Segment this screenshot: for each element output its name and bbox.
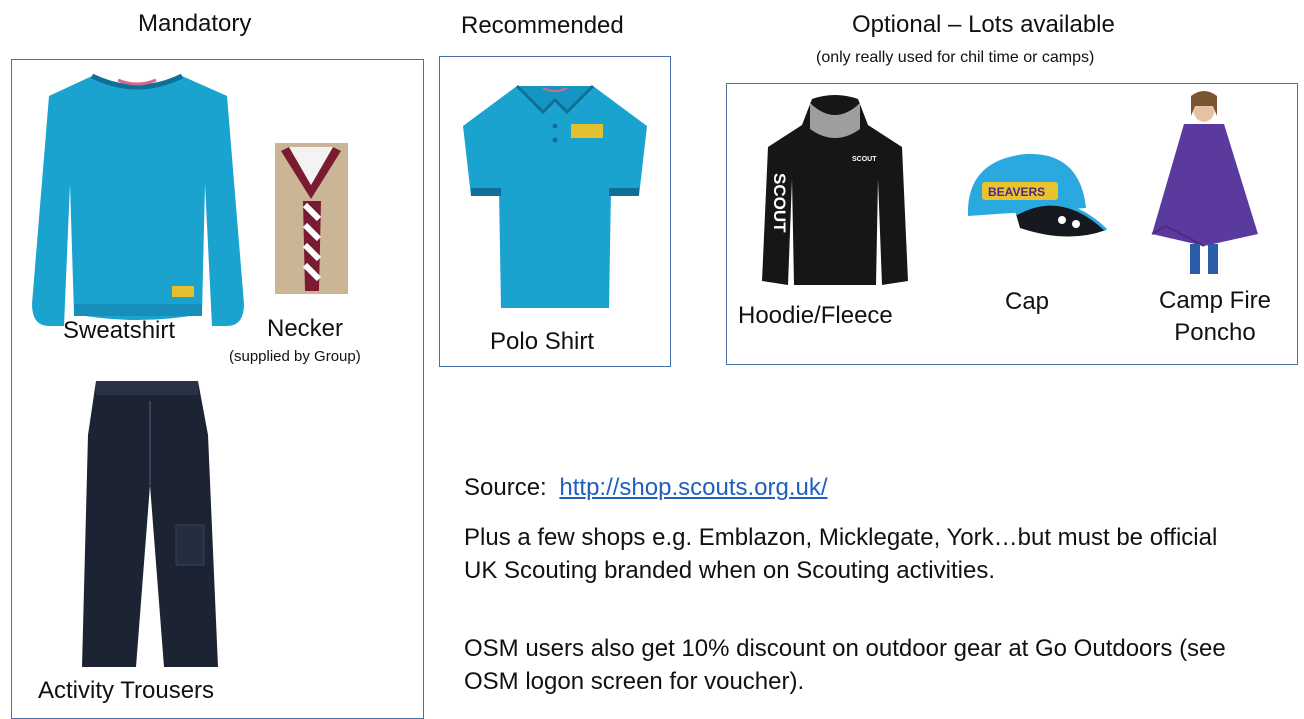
shops-text: Plus a few shops e.g. Emblazon, Micklega… <box>464 524 1218 584</box>
source-line: Source: http://shop.scouts.org.uk/ <box>464 471 828 504</box>
sweatshirt-image <box>22 64 252 336</box>
necker-label: Necker <box>267 315 344 342</box>
poncho-label: Camp Fire Poncho <box>1150 285 1280 349</box>
hoodie-chest-print: SCOUT <box>852 156 877 163</box>
hoodie-sleeve-print: SCOUT <box>770 173 789 233</box>
necker-image <box>275 143 348 294</box>
source-label: Source: <box>464 474 547 501</box>
trousers-label: Activity Trousers <box>38 677 215 704</box>
polo-image <box>455 78 655 313</box>
necker-note: (supplied by Group) <box>229 348 361 365</box>
cap-label: Cap <box>1005 288 1050 315</box>
cap-image: BEAVERS <box>958 132 1108 252</box>
hoodie-label: Hoodie/Fleece <box>738 302 893 329</box>
osm-text: OSM users also get 10% discount on outdo… <box>464 635 1226 695</box>
poncho-image <box>1146 86 1261 276</box>
cap-badge-print: BEAVERS <box>988 185 1045 199</box>
poncho-label-line2: Poncho <box>1174 319 1256 346</box>
hoodie-image: SCOUT SCOUT <box>760 95 910 290</box>
source-link[interactable]: http://shop.scouts.org.uk/ <box>559 474 827 501</box>
trousers-image <box>66 375 226 675</box>
polo-label: Polo Shirt <box>490 328 595 355</box>
sweatshirt-label: Sweatshirt <box>63 317 176 344</box>
optional-subheading: (only really used for chil time or camps… <box>816 49 1095 66</box>
poncho-label-line1: Camp Fire <box>1158 287 1272 314</box>
recommended-heading: Recommended <box>461 12 624 39</box>
optional-heading: Optional – Lots available <box>852 11 1115 38</box>
mandatory-heading: Mandatory <box>138 10 252 37</box>
